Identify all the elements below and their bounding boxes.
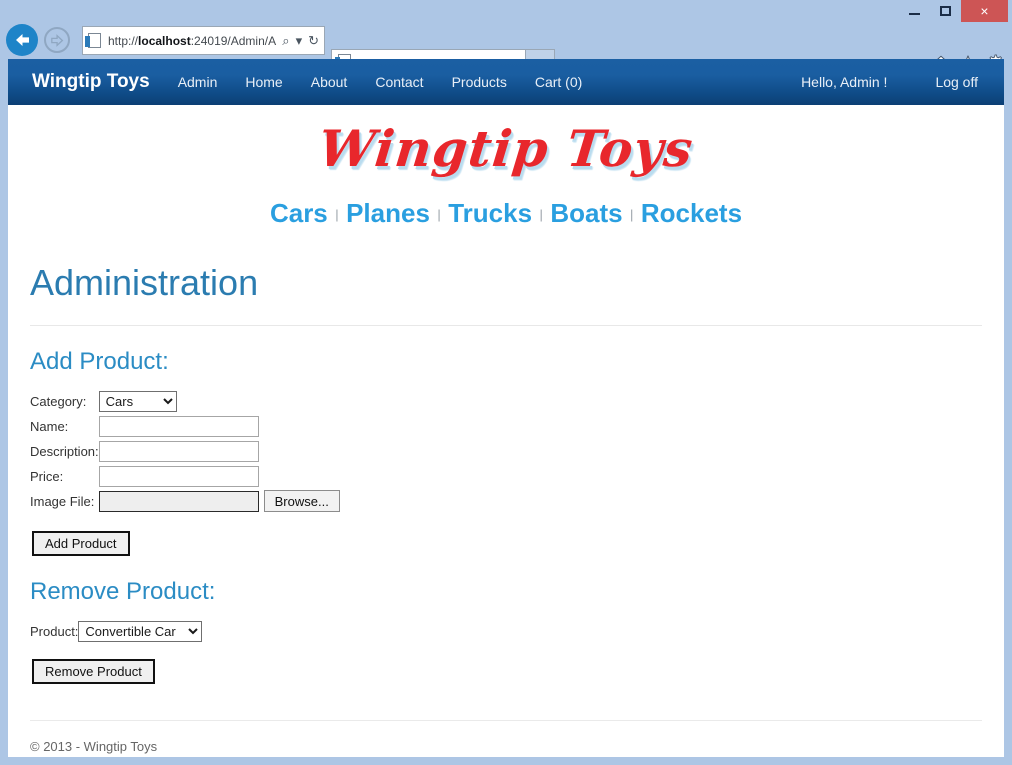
- form-row-description: Description:: [30, 440, 340, 465]
- form-row-category: Category: Cars: [30, 390, 340, 415]
- logo-container: Wingtip Toys: [8, 105, 1004, 180]
- category-select[interactable]: Cars: [98, 390, 177, 412]
- window-controls: ×: [899, 0, 1008, 22]
- minimize-button[interactable]: [899, 0, 930, 22]
- close-icon: ×: [980, 3, 989, 19]
- category-separator: |: [335, 207, 339, 222]
- image-file-label: Image File:: [30, 493, 95, 509]
- add-product-heading: Add Product:: [30, 347, 169, 375]
- forward-button[interactable]: [44, 27, 70, 53]
- price-input[interactable]: [98, 465, 259, 487]
- image-field-cell: Browse...: [98, 490, 340, 515]
- title-bar: ×: [0, 0, 1012, 22]
- add-product-button[interactable]: Add Product: [32, 530, 130, 556]
- category-link-trucks[interactable]: Trucks: [448, 198, 532, 228]
- main-content: Administration Add Product: Category: Ca…: [8, 263, 1004, 754]
- price-label: Price:: [30, 468, 64, 484]
- product-label: Product:: [30, 623, 79, 639]
- file-input-group: Browse...: [98, 490, 340, 513]
- navbar-user-section: Hello, Admin ! Log off: [801, 74, 978, 90]
- remove-product-button[interactable]: Remove Product: [32, 658, 155, 684]
- page-favicon-icon: [85, 32, 104, 49]
- category-link-rockets[interactable]: Rockets: [641, 198, 742, 228]
- category-field-cell: Cars: [98, 390, 340, 415]
- name-label: Name:: [30, 418, 69, 434]
- forward-arrow-icon: [50, 33, 63, 47]
- nav-link-home[interactable]: Home: [245, 74, 282, 90]
- category-separator: |: [539, 207, 543, 222]
- brand-link[interactable]: Wingtip Toys: [32, 71, 150, 93]
- title-divider: [30, 324, 982, 326]
- nav-link-cart[interactable]: Cart (0): [535, 74, 582, 90]
- page-title: Administration: [30, 262, 259, 303]
- browser-toolbar: http://localhost:24019/Admin/A ⌕ ▾ ↻ - W…: [0, 22, 1012, 78]
- product-select[interactable]: Convertible Car: [78, 620, 203, 642]
- category-link-boats[interactable]: Boats: [550, 198, 622, 228]
- browser-window: × http://localhost:24019/Admin/A ⌕ ▾ ↻ W…: [0, 0, 1012, 765]
- footer-divider: [30, 719, 982, 721]
- category-nav: Cars | Planes | Trucks | Boats | Rockets: [8, 180, 1004, 235]
- remove-product-heading: Remove Product:: [30, 577, 216, 605]
- back-arrow-icon: [16, 34, 29, 46]
- nav-link-admin[interactable]: Admin: [178, 74, 218, 90]
- refresh-icon[interactable]: ↻: [305, 33, 322, 49]
- description-label: Description:: [30, 443, 99, 459]
- maximize-icon: [940, 6, 951, 16]
- name-field-cell: [98, 415, 340, 440]
- chevron-down-icon[interactable]: ▾: [293, 33, 306, 49]
- category-link-cars[interactable]: Cars: [270, 198, 328, 228]
- user-greeting: Hello, Admin !: [801, 74, 888, 90]
- description-field-cell: [98, 440, 340, 465]
- nav-link-about[interactable]: About: [311, 74, 348, 90]
- product-field-cell: Convertible Car: [78, 620, 203, 645]
- name-input[interactable]: [98, 415, 259, 437]
- category-separator: |: [630, 207, 634, 222]
- page-viewport: Wingtip Toys Admin Home About Contact Pr…: [8, 59, 1004, 757]
- nav-link-products[interactable]: Products: [452, 74, 507, 90]
- site-navbar: Wingtip Toys Admin Home About Contact Pr…: [8, 59, 1004, 105]
- search-icon[interactable]: ⌕: [279, 33, 292, 49]
- browse-button[interactable]: Browse...: [263, 490, 340, 513]
- add-product-form: Category: Cars Name: Description: Price:…: [30, 390, 340, 515]
- site-logo[interactable]: Wingtip Toys: [316, 119, 696, 178]
- description-input[interactable]: [98, 440, 259, 462]
- form-row-product: Product: Convertible Car: [30, 620, 203, 645]
- category-separator: |: [437, 207, 441, 222]
- address-bar[interactable]: http://localhost:24019/Admin/A ⌕ ▾ ↻: [82, 26, 325, 55]
- image-file-input[interactable]: [98, 490, 259, 512]
- maximize-button[interactable]: [930, 0, 961, 22]
- back-button[interactable]: [6, 24, 38, 56]
- url-text: http://localhost:24019/Admin/A: [108, 33, 277, 48]
- form-row-name: Name:: [30, 415, 340, 440]
- remove-product-form: Product: Convertible Car: [30, 620, 203, 645]
- category-label: Category:: [30, 393, 87, 409]
- price-field-cell: [98, 465, 340, 490]
- minimize-icon: [909, 13, 920, 15]
- nav-link-contact[interactable]: Contact: [375, 74, 423, 90]
- form-row-price: Price:: [30, 465, 340, 490]
- footer-text: © 2013 - Wingtip Toys: [30, 738, 158, 754]
- category-link-planes[interactable]: Planes: [346, 198, 430, 228]
- logoff-link[interactable]: Log off: [935, 74, 978, 90]
- close-button[interactable]: ×: [961, 0, 1008, 22]
- form-row-image: Image File: Browse...: [30, 490, 340, 515]
